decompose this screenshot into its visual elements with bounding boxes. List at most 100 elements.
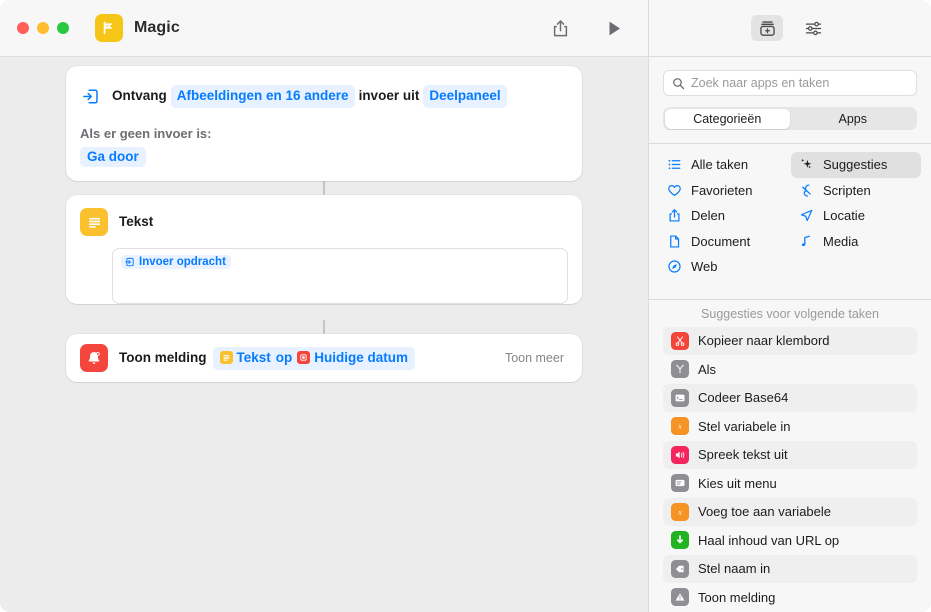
terminal-icon xyxy=(671,388,689,407)
notification-joiner: op xyxy=(275,349,293,365)
no-input-label: Als er geen invoer is: xyxy=(80,126,212,141)
notification-text-token-label: Tekst xyxy=(236,349,271,365)
workflow-settings-button[interactable] xyxy=(797,15,829,41)
sidebar-item-label: Web xyxy=(691,259,718,275)
list-item[interactable]: Codeer Base64 xyxy=(663,383,917,412)
notification-date-token-label: Huidige datum xyxy=(314,349,409,365)
sidebar-item-media[interactable]: Media xyxy=(791,229,921,255)
sidebar-item-document[interactable]: Document xyxy=(659,229,789,255)
document-icon xyxy=(666,233,682,249)
title-bar-left: Magic xyxy=(0,0,648,56)
close-button[interactable] xyxy=(17,22,29,34)
branch-icon xyxy=(671,360,689,379)
input-prompt-token[interactable]: Invoer opdracht xyxy=(121,255,231,269)
alert-icon xyxy=(671,588,689,607)
list-item[interactable]: Kies uit menu xyxy=(663,469,917,498)
sidebar-item-alle-taken[interactable]: Alle taken xyxy=(659,152,789,178)
search-field[interactable]: Zoek naar apps en taken xyxy=(663,70,917,96)
list-item[interactable]: Stel naam in xyxy=(663,554,917,583)
input-types-token[interactable]: Afbeeldingen en 16 andere xyxy=(170,84,355,108)
list-bullet-icon xyxy=(666,157,682,173)
title-bar: Magic xyxy=(0,0,931,57)
search-placeholder: Zoek naar apps en taken xyxy=(691,76,830,90)
receive-input-row: Ontvang Afbeeldingen en 16 andere invoer… xyxy=(66,66,582,126)
sidebar-item-label: Scripten xyxy=(823,182,871,198)
notification-title: Toon melding xyxy=(119,350,207,365)
sidebar-item-label: Locatie xyxy=(823,208,865,224)
sidebar-item-delen[interactable]: Delen xyxy=(659,203,789,229)
no-input-value-token[interactable]: Ga door xyxy=(80,147,146,167)
download-icon xyxy=(671,531,689,550)
list-item[interactable]: x Stel variabele in xyxy=(663,412,917,441)
action-card-text[interactable]: Tekst Invoer opdracht xyxy=(66,195,582,304)
sidebar-item-scripten[interactable]: Scripten xyxy=(791,178,921,204)
list-item[interactable]: Haal inhoud van URL op xyxy=(663,526,917,555)
share-button[interactable] xyxy=(545,14,575,42)
list-item-label: Codeer Base64 xyxy=(698,390,789,406)
tab-apps[interactable]: Apps xyxy=(790,109,916,129)
speaker-icon xyxy=(671,445,689,464)
action-connector xyxy=(323,181,325,195)
notification-text-token[interactable]: Tekst xyxy=(219,348,271,368)
library-mode-segmented-control[interactable]: Categorieën Apps xyxy=(663,107,917,130)
sidebar-item-web[interactable]: Web xyxy=(659,254,789,280)
svg-text:x: x xyxy=(677,507,682,516)
action-library-icon xyxy=(759,20,775,36)
category-grid: Alle taken Suggesties Favorieten Scripte… xyxy=(649,144,931,286)
notification-icon xyxy=(80,344,108,372)
receive-prefix-label: Ontvang xyxy=(112,88,167,103)
action-list: Ontvang Afbeeldingen en 16 andere invoer… xyxy=(66,66,582,382)
workflow-canvas[interactable]: Ontvang Afbeeldingen en 16 andere invoer… xyxy=(0,57,648,612)
title-bar-right xyxy=(648,0,931,56)
text-icon xyxy=(80,208,108,236)
notification-row: Toon melding Tekst op Huidige datum Toon… xyxy=(66,334,582,382)
minimize-button[interactable] xyxy=(37,22,49,34)
list-item-label: Stel variabele in xyxy=(698,418,791,434)
heart-icon xyxy=(666,182,682,198)
action-library-button[interactable] xyxy=(751,15,783,41)
show-more-button[interactable]: Toon meer xyxy=(505,351,568,365)
sliders-icon xyxy=(805,21,821,35)
sidebar-item-suggesties[interactable]: Suggesties xyxy=(791,152,921,178)
text-input-field[interactable]: Invoer opdracht xyxy=(112,248,568,304)
no-input-value-row: Ga door xyxy=(66,147,582,181)
receive-middle-label: invoer uit xyxy=(358,88,420,103)
sidebar-item-favorieten[interactable]: Favorieten xyxy=(659,178,789,204)
list-item[interactable]: Toon melding xyxy=(663,583,917,612)
list-item-label: Toon melding xyxy=(698,589,776,605)
variable-x-icon: x xyxy=(671,417,689,436)
sparkles-icon xyxy=(798,157,814,173)
tab-categorieen[interactable]: Categorieën xyxy=(664,108,790,129)
share-icon xyxy=(666,208,682,224)
list-item[interactable]: Als xyxy=(663,355,917,384)
notification-token-group[interactable]: Tekst op Huidige datum xyxy=(212,346,416,370)
input-source-token[interactable]: Deelpaneel xyxy=(423,84,507,108)
suggestions-header: Suggesties voor volgende taken xyxy=(701,306,879,321)
sidebar-item-label: Suggesties xyxy=(823,157,888,173)
receive-input-icon xyxy=(80,86,100,106)
run-button[interactable] xyxy=(599,14,629,42)
text-action-title: Tekst xyxy=(119,214,154,229)
input-prompt-token-label: Invoer opdracht xyxy=(139,256,226,268)
list-item[interactable]: x Voeg toe aan variabele xyxy=(663,497,917,526)
sidebar-item-label: Delen xyxy=(691,208,725,224)
maximize-button[interactable] xyxy=(57,22,69,34)
script-icon xyxy=(798,182,814,198)
list-item[interactable]: Kopieer naar klembord xyxy=(663,326,917,355)
list-item-label: Haal inhoud van URL op xyxy=(698,532,840,548)
list-item[interactable]: Spreek tekst uit xyxy=(663,440,917,469)
notification-date-token[interactable]: Huidige datum xyxy=(297,348,408,368)
action-library-sidebar: Zoek naar apps en taken Categorieën Apps xyxy=(648,57,931,612)
variable-x-icon: x xyxy=(671,502,689,521)
input-token-icon xyxy=(125,257,134,267)
location-icon xyxy=(798,208,814,224)
suggestions-list[interactable]: Kopieer naar klembord Als Codeer Base64 … xyxy=(649,326,931,612)
window-controls xyxy=(17,22,69,34)
window-body: Ontvang Afbeeldingen en 16 andere invoer… xyxy=(0,57,931,612)
sidebar-item-label: Document xyxy=(691,233,751,249)
date-token-icon xyxy=(297,351,311,364)
action-card-notification[interactable]: Toon melding Tekst op Huidige datum Toon… xyxy=(66,334,582,382)
sidebar-item-locatie[interactable]: Locatie xyxy=(791,203,921,229)
action-card-receive-input[interactable]: Ontvang Afbeeldingen en 16 andere invoer… xyxy=(66,66,582,181)
list-item-label: Kies uit menu xyxy=(698,475,777,491)
